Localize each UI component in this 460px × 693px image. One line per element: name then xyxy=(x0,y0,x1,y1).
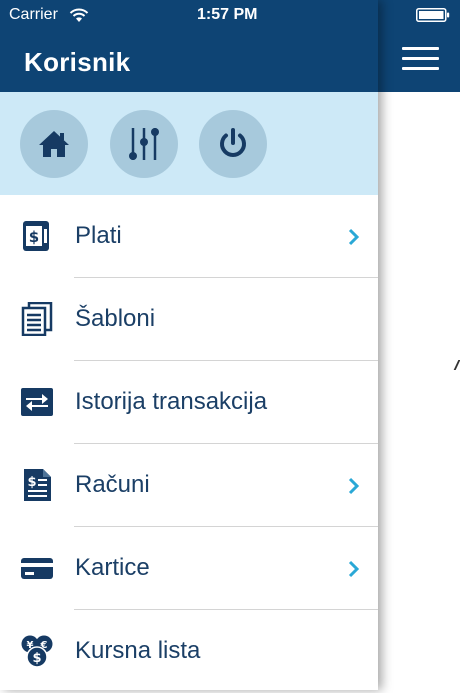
menu-item-plati[interactable]: $ Plati xyxy=(0,195,378,278)
menu-item-kursna-lista[interactable]: ¥ € $ Kursna lista xyxy=(0,610,378,693)
menu-item-racuni[interactable]: $ Računi xyxy=(0,444,378,527)
menu-item-kartice[interactable]: Kartice xyxy=(0,527,378,610)
menu-label: Šabloni xyxy=(75,305,156,332)
svg-text:$: $ xyxy=(27,475,36,490)
menu-label: Plati xyxy=(75,222,122,249)
carrier-label: Carrier xyxy=(9,6,58,23)
status-bar: Carrier 1:57 PM xyxy=(0,0,460,30)
wifi-icon xyxy=(69,8,89,22)
svg-text:$: $ xyxy=(32,651,41,666)
side-drawer: Korisnik $ Plati Šabloni Istorija transa… xyxy=(0,0,378,690)
card-icon xyxy=(21,558,53,579)
menu-label: Kartice xyxy=(75,554,150,581)
drawer-menu: $ Plati Šabloni Istorija transakcija $ R… xyxy=(0,195,378,693)
home-icon xyxy=(39,131,69,157)
menu-hamburger-icon[interactable] xyxy=(402,47,439,71)
logout-button[interactable] xyxy=(199,110,267,178)
payment-tablet-icon: $ xyxy=(23,221,49,251)
menu-item-sabloni[interactable]: Šabloni xyxy=(0,278,378,361)
templates-icon xyxy=(21,302,53,336)
menu-item-istorija-transakcija[interactable]: Istorija transakcija xyxy=(0,361,378,444)
svg-text:€: € xyxy=(40,640,48,651)
bills-icon: $ xyxy=(24,469,51,501)
menu-label: Istorija transakcija xyxy=(75,388,268,415)
transactions-icon xyxy=(21,388,53,416)
drawer-title: Korisnik xyxy=(24,47,131,77)
settings-button[interactable] xyxy=(110,110,178,178)
chevron-right-icon xyxy=(348,560,360,578)
chevron-right-icon xyxy=(348,228,360,246)
clock-time: 1:57 PM xyxy=(197,6,258,23)
exchange-rate-icon: ¥ € $ xyxy=(21,635,53,668)
power-icon xyxy=(220,128,246,157)
home-button[interactable] xyxy=(20,110,88,178)
menu-label: Računi xyxy=(75,471,150,498)
svg-text:¥: ¥ xyxy=(27,640,34,651)
sliders-icon xyxy=(129,128,159,160)
menu-label: Kursna lista xyxy=(75,637,201,664)
page-content-fragment xyxy=(453,360,460,370)
chevron-right-icon xyxy=(348,477,360,495)
quick-actions-bar xyxy=(0,92,378,195)
battery-icon xyxy=(416,8,450,22)
svg-text:$: $ xyxy=(29,228,39,246)
